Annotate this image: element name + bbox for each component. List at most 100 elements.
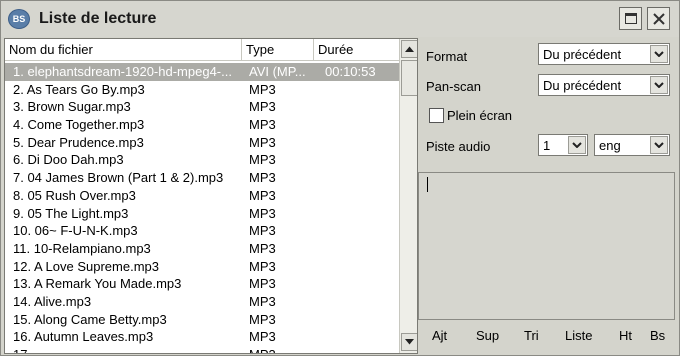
track-name: 14. Alive.mp3 xyxy=(13,293,92,309)
arrow-up-icon xyxy=(405,46,414,52)
list-button[interactable]: Liste xyxy=(565,328,592,343)
playlist-row[interactable]: 15. Along Came Betty.mp3 MP3 xyxy=(5,311,399,329)
close-icon xyxy=(652,12,665,25)
settings-panel: Format Du précédent Pan-scan Du précéden… xyxy=(418,38,677,354)
track-type: MP3 xyxy=(249,205,276,221)
scroll-up-button[interactable] xyxy=(401,40,417,58)
scroll-down-button[interactable] xyxy=(401,333,417,351)
playlist-rows: 1. elephantsdream-1920-hd-mpeg4-... AVI (… xyxy=(5,63,399,353)
audio-track-value: 1 xyxy=(543,138,551,153)
track-type: MP3 xyxy=(249,152,276,168)
track-type: MP3 xyxy=(249,276,276,292)
add-button[interactable]: Ajt xyxy=(432,328,447,343)
playlist-row[interactable]: 5. Dear Prudence.mp3 MP3 xyxy=(5,134,399,152)
playlist-row[interactable]: 12. A Love Supreme.mp3 MP3 xyxy=(5,258,399,276)
audio-track-dropdown-button[interactable] xyxy=(568,136,586,154)
playlist-row[interactable]: 9. 05 The Light.mp3 MP3 xyxy=(5,205,399,223)
track-type: MP3 xyxy=(249,134,276,150)
audio-language-dropdown-button[interactable] xyxy=(650,136,668,154)
playlist-row[interactable]: 10. 06~ F-U-N-K.mp3 MP3 xyxy=(5,222,399,240)
playlist-row[interactable]: 8. 05 Rush Over.mp3 MP3 xyxy=(5,187,399,205)
track-type: MP3 xyxy=(249,170,276,186)
arrow-down-icon xyxy=(405,339,414,345)
track-type: MP3 xyxy=(249,293,276,309)
playlist-row[interactable]: 13. A Remark You Made.mp3 MP3 xyxy=(5,275,399,293)
chevron-down-icon xyxy=(654,82,664,88)
format-value: Du précédent xyxy=(543,47,622,62)
panscan-value: Du précédent xyxy=(543,78,622,93)
playlist-row[interactable]: 17. ... MP3 xyxy=(5,346,399,353)
track-type: MP3 xyxy=(249,240,276,256)
track-name: 15. Along Came Betty.mp3 xyxy=(13,311,167,327)
playlist-row[interactable]: 3. Brown Sugar.mp3 MP3 xyxy=(5,98,399,116)
track-name: 6. Di Doo Dah.mp3 xyxy=(13,152,124,168)
playlist-window: BS Liste de lecture Nom du fichier Type … xyxy=(0,0,680,356)
track-name: 7. 04 James Brown (Part 1 & 2).mp3 xyxy=(13,170,224,186)
column-header-name[interactable]: Nom du fichier xyxy=(5,39,242,60)
track-type: MP3 xyxy=(249,187,276,203)
track-name: 5. Dear Prudence.mp3 xyxy=(13,134,144,150)
audio-track-select[interactable]: 1 xyxy=(538,134,588,156)
track-type: MP3 xyxy=(249,81,276,97)
playlist-row[interactable]: 14. Alive.mp3 MP3 xyxy=(5,293,399,311)
column-header-duration[interactable]: Durée xyxy=(314,39,399,60)
playlist-row[interactable]: 7. 04 James Brown (Part 1 & 2).mp3 MP3 xyxy=(5,169,399,187)
track-type: AVI (MP... xyxy=(249,64,306,79)
track-name: 11. 10-Relampiano.mp3 xyxy=(13,240,151,256)
close-button[interactable] xyxy=(647,7,670,30)
track-name: 2. As Tears Go By.mp3 xyxy=(13,81,145,97)
panscan-label: Pan-scan xyxy=(426,79,481,94)
audio-track-label: Piste audio xyxy=(426,139,491,154)
track-name: 8. 05 Rush Over.mp3 xyxy=(13,187,136,203)
title-bar[interactable]: BS Liste de lecture xyxy=(1,1,679,37)
chevron-down-icon xyxy=(654,142,664,148)
fullscreen-checkbox[interactable] xyxy=(429,108,444,123)
track-type: MP3 xyxy=(249,117,276,133)
playlist-row[interactable]: 4. Come Together.mp3 MP3 xyxy=(5,116,399,134)
move-up-button[interactable]: Ht xyxy=(619,328,632,343)
playlist-row[interactable]: 2. As Tears Go By.mp3 MP3 xyxy=(5,81,399,99)
column-header-type[interactable]: Type xyxy=(242,39,314,60)
track-name: 1. elephantsdream-1920-hd-mpeg4-... xyxy=(13,64,232,79)
track-name: 9. 05 The Light.mp3 xyxy=(13,205,129,221)
track-name: 3. Brown Sugar.mp3 xyxy=(13,99,131,115)
panscan-dropdown-button[interactable] xyxy=(650,76,668,94)
playlist-row[interactable]: 11. 10-Relampiano.mp3 MP3 xyxy=(5,240,399,258)
chevron-down-icon xyxy=(654,51,664,57)
playlist-header: Nom du fichier Type Durée xyxy=(5,39,399,61)
text-caret xyxy=(427,177,428,192)
maximize-icon xyxy=(624,13,637,24)
sort-button[interactable]: Tri xyxy=(524,328,539,343)
audio-language-select[interactable]: eng xyxy=(594,134,670,156)
format-dropdown-button[interactable] xyxy=(650,45,668,63)
playlist-scrollbar[interactable] xyxy=(399,39,417,353)
playlist-row[interactable]: 16. Autumn Leaves.mp3 MP3 xyxy=(5,328,399,346)
track-name: 4. Come Together.mp3 xyxy=(13,117,145,133)
track-name: 13. A Remark You Made.mp3 xyxy=(13,276,182,292)
app-icon: BS xyxy=(8,9,30,29)
track-duration: 00:10:53 xyxy=(325,64,376,79)
track-type: MP3 xyxy=(249,346,311,353)
window-title: Liste de lecture xyxy=(39,10,157,27)
playlist-row[interactable]: 1. elephantsdream-1920-hd-mpeg4-... AVI (… xyxy=(5,63,399,81)
track-name: 17. ... xyxy=(13,346,241,353)
info-textarea[interactable] xyxy=(418,172,675,320)
scroll-thumb[interactable] xyxy=(401,60,417,96)
playlist-row[interactable]: 6. Di Doo Dah.mp3 MP3 xyxy=(5,151,399,169)
format-select[interactable]: Du précédent xyxy=(538,43,670,65)
track-type: MP3 xyxy=(249,223,276,239)
audio-language-value: eng xyxy=(599,138,621,153)
track-name: 10. 06~ F-U-N-K.mp3 xyxy=(13,223,138,239)
move-down-button[interactable]: Bs xyxy=(650,328,665,343)
track-type: MP3 xyxy=(249,329,276,345)
fullscreen-label[interactable]: Plein écran xyxy=(447,108,512,123)
maximize-button[interactable] xyxy=(619,7,642,30)
panscan-select[interactable]: Du précédent xyxy=(538,74,670,96)
track-type: MP3 xyxy=(249,311,276,327)
remove-button[interactable]: Sup xyxy=(476,328,499,343)
track-type: MP3 xyxy=(249,258,276,274)
track-name: 16. Autumn Leaves.mp3 xyxy=(13,329,154,345)
playlist-panel: Nom du fichier Type Durée 1. elephantsdr… xyxy=(4,38,418,354)
format-label: Format xyxy=(426,49,468,64)
track-type: MP3 xyxy=(249,99,276,115)
